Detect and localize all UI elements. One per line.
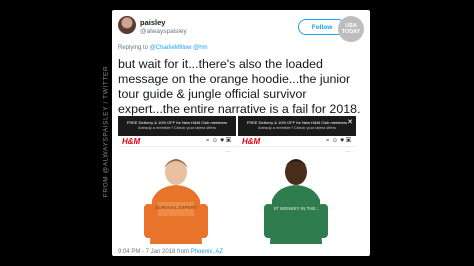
hm-nav-bar: H&M ⌕☺♥▣ xyxy=(118,136,236,147)
promo-banner: FREE Delivery & 10% OFF for New H&M Club… xyxy=(118,116,236,136)
photo-credit-text: FROM @ALWAYSPAISLEY / TWITTER xyxy=(102,65,110,197)
user-handle[interactable]: @alwayspaisley xyxy=(140,28,187,35)
photo-credit: FROM @ALWAYSPAISLEY / TWITTER xyxy=(100,6,112,256)
tweet-time: 9:04 PM - 7 Jan 2018 from xyxy=(118,249,191,255)
close-icon[interactable]: ✕ xyxy=(347,119,353,126)
user-icon: ☺ xyxy=(211,137,221,144)
user-icon: ☺ xyxy=(331,137,341,144)
bag-icon: ▣ xyxy=(226,137,233,144)
tweet-text: but wait for it...there's also the loade… xyxy=(118,57,361,116)
child-green-hoodie-photo: COOLEST MONKEY IN THE JUNGLE xyxy=(238,152,356,244)
display-name[interactable]: paisley xyxy=(140,18,165,27)
avatar[interactable] xyxy=(118,16,136,34)
hm-logo: H&M xyxy=(122,137,141,146)
usa-today-watermark: USA TODAY xyxy=(338,16,364,42)
tweet-card: paisley @alwayspaisley Follow USA TODAY … xyxy=(112,10,370,256)
hm-nav-icons: ⌕☺♥▣ xyxy=(326,137,353,145)
tweet-location[interactable]: Phoenix, AZ xyxy=(191,249,223,255)
promo-line-2: Already a member? Check your latest offe… xyxy=(138,125,216,130)
hm-logo: H&M xyxy=(242,137,261,146)
replying-to: Replying to @CharlieMillow @hm xyxy=(118,45,208,51)
promo-banner: FREE Delivery & 10% OFF for New H&M Club… xyxy=(238,116,356,136)
child-orange-hoodie-photo: SURVIVAL EXPERT xyxy=(118,152,236,244)
promo-line-2: Already a member? Check your latest offe… xyxy=(258,125,336,130)
hoodie-print-text-1: SURVIVAL EXPERT xyxy=(156,205,197,210)
replying-to-link[interactable]: @CharlieMillow @hm xyxy=(150,45,208,51)
hm-nav-bar: H&M ⌕☺♥▣ xyxy=(238,136,356,147)
embedded-screenshot-green-hoodie[interactable]: FREE Delivery & 10% OFF for New H&M Club… xyxy=(238,116,356,244)
replying-prefix: Replying to xyxy=(118,45,150,51)
hm-nav-icons: ⌕☺♥▣ xyxy=(206,137,233,145)
tweet-timestamp: 9:04 PM - 7 Jan 2018 from Phoenix, AZ xyxy=(118,249,223,255)
embedded-screenshot-orange-hoodie[interactable]: FREE Delivery & 10% OFF for New H&M Club… xyxy=(118,116,236,244)
watermark-line-2: TODAY xyxy=(341,29,361,35)
bag-icon: ▣ xyxy=(346,137,353,144)
